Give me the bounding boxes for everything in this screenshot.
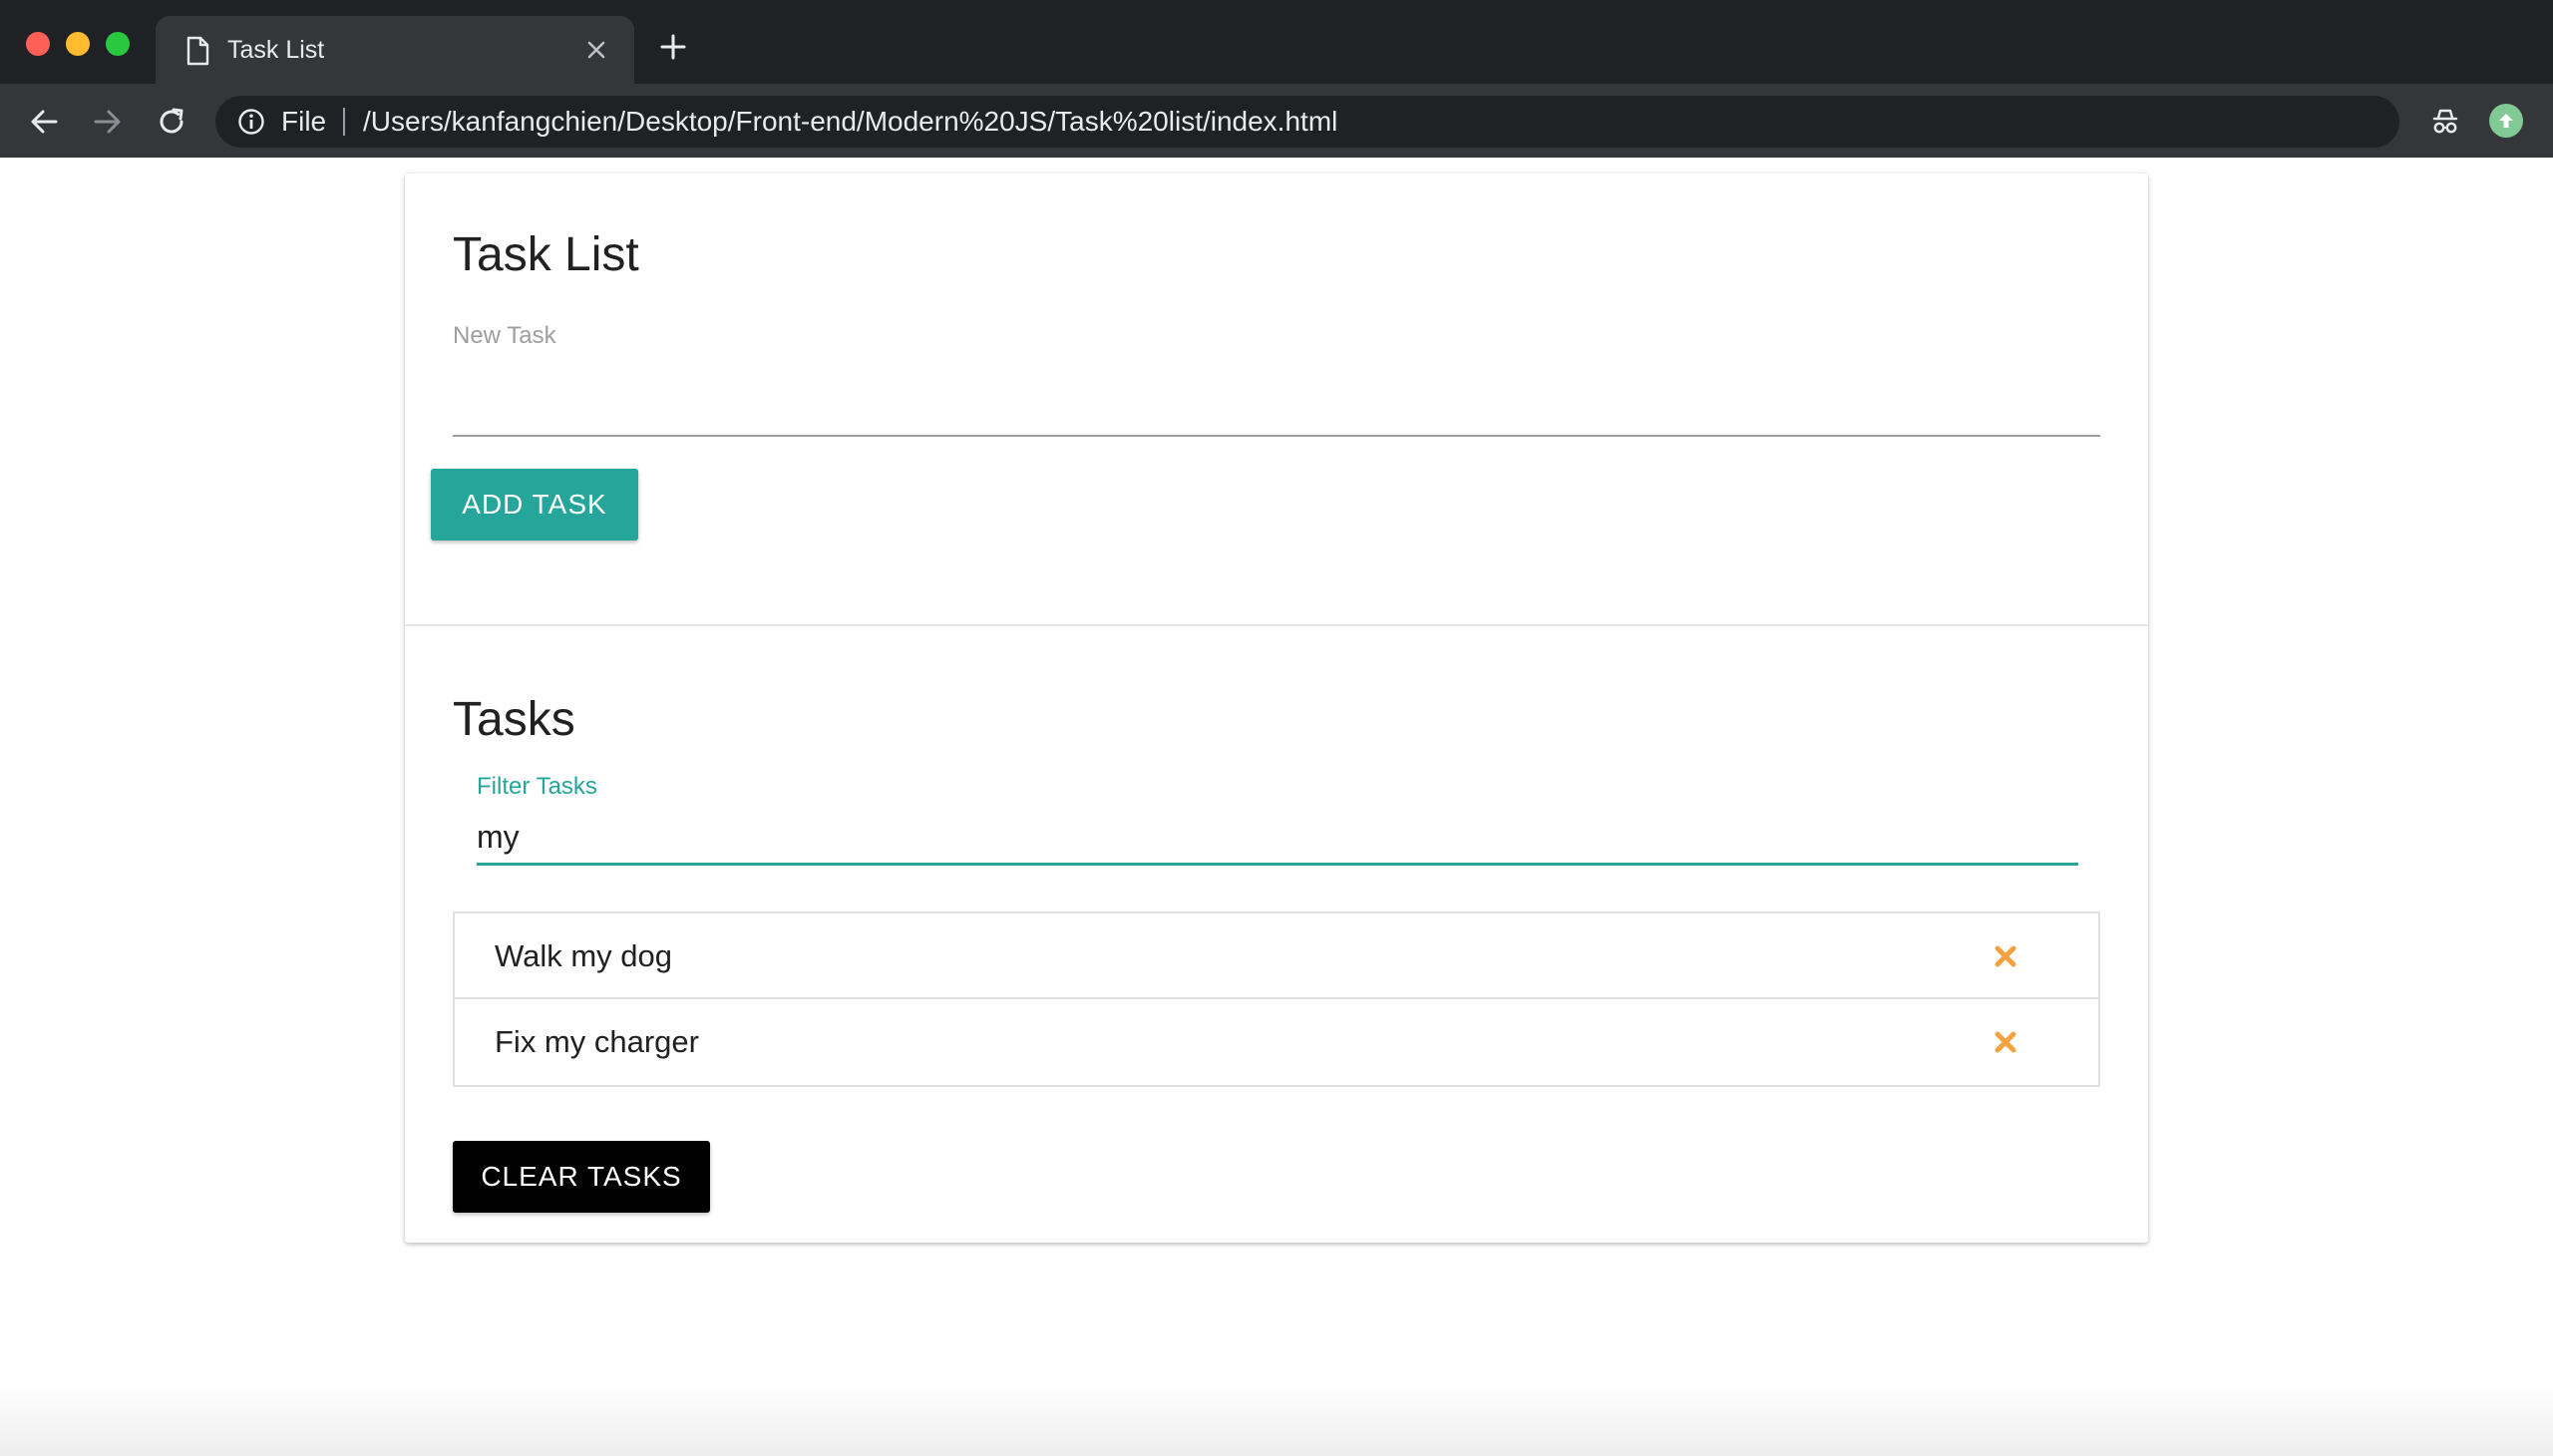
filter-tasks-input[interactable] <box>477 812 2078 866</box>
filter-tasks-label: Filter Tasks <box>477 773 597 800</box>
plus-icon[interactable] <box>658 32 688 62</box>
incognito-icon[interactable] <box>2425 102 2465 142</box>
new-task-input[interactable] <box>453 363 2100 437</box>
window-maximize-button[interactable] <box>106 32 130 56</box>
reload-icon[interactable] <box>152 102 191 142</box>
info-icon[interactable] <box>237 108 265 136</box>
new-task-label: New Task <box>453 322 556 349</box>
task-list: Walk my dog Fix my charger <box>453 911 2100 1087</box>
add-task-button[interactable]: ADD TASK <box>431 469 638 541</box>
task-text: Walk my dog <box>495 938 673 973</box>
browser-tab[interactable]: Task List <box>156 16 634 84</box>
task-text: Fix my charger <box>495 1024 699 1059</box>
close-icon[interactable] <box>582 36 610 64</box>
browser-tab-bar: Task List <box>0 0 2553 84</box>
arrow-right-icon[interactable] <box>88 102 128 142</box>
page-icon <box>183 36 211 66</box>
browser-toolbar: File /Users/kanfangchien/Desktop/Front-e… <box>0 84 2553 158</box>
address-bar[interactable]: File /Users/kanfangchien/Desktop/Front-e… <box>215 96 2399 148</box>
page-viewport: Task List New Task ADD TASK Tasks <box>0 158 2553 1456</box>
clear-tasks-button[interactable]: CLEAR TASKS <box>453 1141 710 1213</box>
arrow-left-icon[interactable] <box>24 102 64 142</box>
list-item: Fix my charger <box>455 999 2098 1085</box>
url-text[interactable]: /Users/kanfangchien/Desktop/Front-end/Mo… <box>363 105 1337 139</box>
update-arrow-icon[interactable] <box>2489 104 2523 138</box>
tasks-heading-text: Tasks <box>453 693 575 746</box>
omnibox-divider <box>343 108 345 136</box>
page-bottom-shadow <box>0 1386 2553 1456</box>
window-close-button[interactable] <box>26 32 50 56</box>
page-title: Task List <box>453 228 639 281</box>
list-item: Walk my dog <box>455 913 2098 999</box>
card-top-section: Task List New Task ADD TASK <box>405 174 2148 626</box>
scheme-label: File <box>281 106 327 137</box>
delete-x-icon[interactable] <box>1991 1027 2020 1057</box>
delete-x-icon[interactable] <box>1991 941 2020 971</box>
tab-title: Task List <box>227 36 325 64</box>
window-minimize-button[interactable] <box>66 32 90 56</box>
